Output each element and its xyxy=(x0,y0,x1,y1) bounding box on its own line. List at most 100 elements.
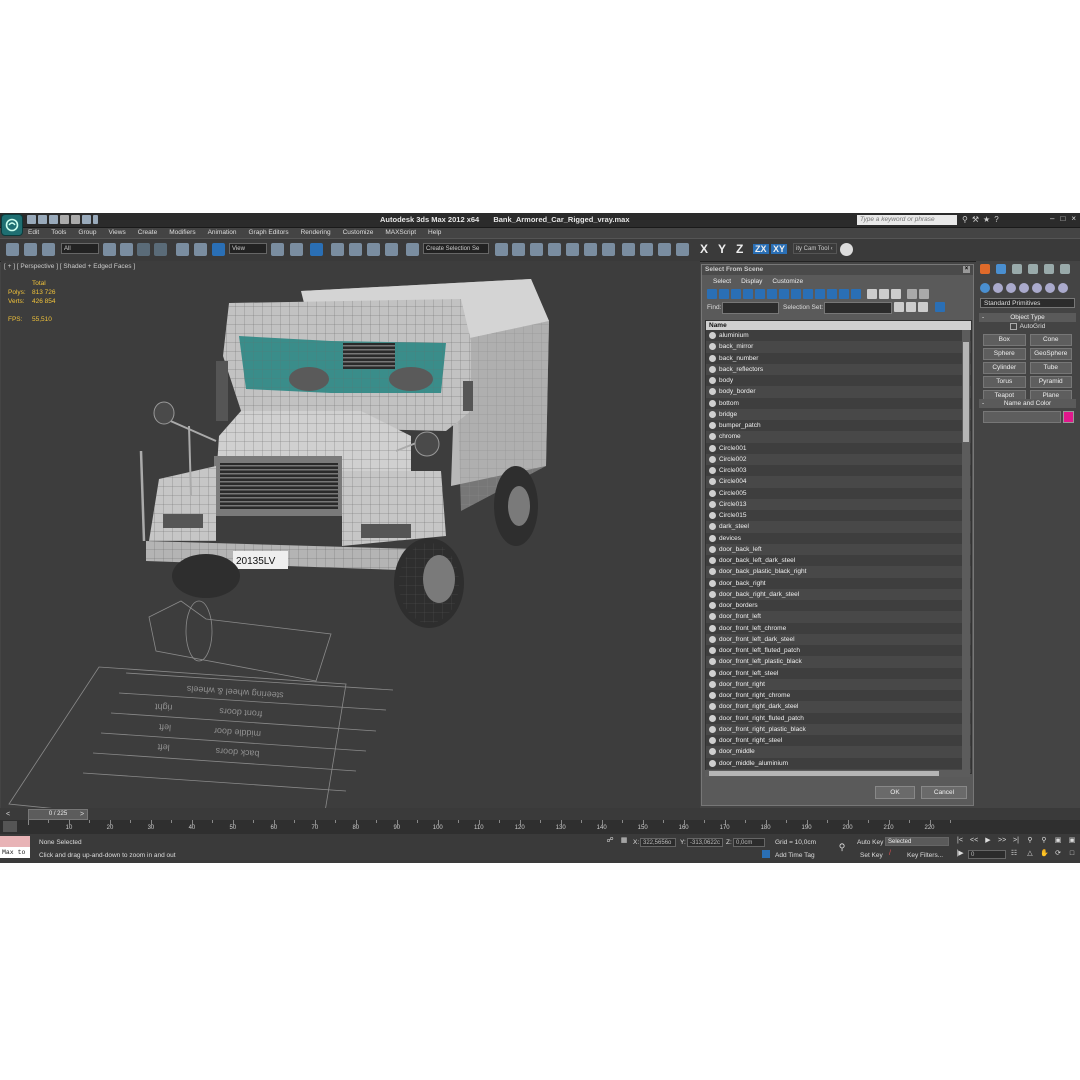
cone-button[interactable]: Cone xyxy=(1029,334,1072,346)
list-item[interactable]: door_front_left_plastic_black xyxy=(706,656,971,668)
geosphere-button[interactable]: GeoSphere xyxy=(1029,348,1072,360)
box-button[interactable]: Box xyxy=(983,334,1026,346)
display-none-icon[interactable] xyxy=(867,289,877,299)
hierarchy-view-icon[interactable] xyxy=(894,302,904,312)
shapes-icon[interactable] xyxy=(993,283,1003,293)
list-item[interactable]: door_front_right xyxy=(706,678,971,690)
axis-zx-button[interactable]: ZX xyxy=(753,244,769,254)
list-item[interactable]: Circle013 xyxy=(706,498,971,510)
display-all-icon[interactable] xyxy=(851,289,861,299)
mirror-icon[interactable] xyxy=(495,243,508,256)
axis-xy-button[interactable]: XY xyxy=(771,244,788,254)
list-item[interactable]: door_front_right_chrome xyxy=(706,690,971,702)
help-icon[interactable]: ? xyxy=(994,215,998,224)
axis-y-button[interactable]: Y xyxy=(718,242,726,256)
dialog-menu-customize[interactable]: Customize xyxy=(767,275,808,287)
torus-button[interactable]: Torus xyxy=(983,376,1026,388)
material-editor-icon[interactable] xyxy=(602,243,615,256)
menu-customize[interactable]: Customize xyxy=(337,227,380,238)
rotate-icon[interactable] xyxy=(194,243,207,256)
list-item[interactable]: door_front_left_steel xyxy=(706,667,971,679)
list-item[interactable]: door_front_right_plastic_black xyxy=(706,723,971,735)
list-item[interactable]: Circle003 xyxy=(706,465,971,477)
pyramid-button[interactable]: Pyramid xyxy=(1029,376,1072,388)
app-logo-icon[interactable] xyxy=(1,214,23,236)
display-bones-icon[interactable] xyxy=(803,289,813,299)
axis-x-button[interactable]: X xyxy=(700,242,708,256)
named-selection-set-dropdown[interactable]: Create Selection Se xyxy=(423,243,489,254)
menu-tools[interactable]: Tools xyxy=(45,227,72,238)
menu-help[interactable]: Help xyxy=(422,227,447,238)
zoom-icon[interactable]: ⚲ xyxy=(1026,837,1034,845)
selection-filter-dropdown[interactable]: All xyxy=(61,243,99,254)
pan-icon[interactable]: ✋ xyxy=(1040,850,1049,858)
display-frozen-icon[interactable] xyxy=(827,289,837,299)
lights-icon[interactable] xyxy=(1006,283,1016,293)
new-file-icon[interactable] xyxy=(27,215,36,224)
expand-all-icon[interactable] xyxy=(906,302,916,312)
list-item[interactable]: dark_steel xyxy=(706,521,971,533)
menu-views[interactable]: Views xyxy=(102,227,131,238)
move-icon[interactable] xyxy=(176,243,189,256)
list-vertical-scrollbar[interactable] xyxy=(962,330,970,772)
close-icon[interactable]: × xyxy=(1071,214,1076,223)
maxscript-mini-listener-white[interactable]: Max to xyxy=(0,847,30,858)
zoom-extents-icon[interactable]: ▣ xyxy=(1054,837,1062,845)
zoom-all-icon[interactable]: ⚲ xyxy=(1040,837,1048,845)
maxscript-mini-listener-pink[interactable] xyxy=(0,836,30,847)
layer-manager-icon[interactable] xyxy=(530,243,543,256)
track-bar[interactable]: 10 20 30 40 50 60 70 80 90 100 110 120 130 140 150 160 1… xyxy=(0,820,1080,834)
subscription-icon[interactable]: ★ xyxy=(983,215,990,224)
motion-tab-icon[interactable] xyxy=(1028,264,1038,274)
percent-snap-icon[interactable] xyxy=(367,243,380,256)
time-config-icon[interactable]: ☷ xyxy=(1010,850,1018,858)
menu-create[interactable]: Create xyxy=(132,227,164,238)
reference-coordinate-dropdown[interactable]: View xyxy=(229,243,267,254)
display-cameras-icon[interactable] xyxy=(743,289,753,299)
list-horizontal-scrollbar[interactable] xyxy=(705,770,970,777)
prev-frame-icon[interactable]: << xyxy=(970,837,978,845)
unlink-icon[interactable] xyxy=(24,243,37,256)
lock-selection-icon[interactable]: ☍ xyxy=(606,837,614,845)
binoculars-icon[interactable]: ⚲ xyxy=(962,215,968,224)
tube-button[interactable]: Tube xyxy=(1029,362,1072,374)
next-frame-icon[interactable]: >> xyxy=(998,837,1006,845)
list-item[interactable]: door_front_left_fluted_patch xyxy=(706,645,971,657)
cancel-button[interactable]: Cancel xyxy=(921,786,967,799)
list-item[interactable]: body xyxy=(706,375,971,387)
list-item[interactable]: back_mirror xyxy=(706,341,971,353)
z-coord-field[interactable]: 0,0cm xyxy=(733,838,765,847)
display-hidden-icon[interactable] xyxy=(839,289,849,299)
play-icon[interactable]: ▶ xyxy=(984,837,992,845)
axis-z-button[interactable]: Z xyxy=(736,242,743,256)
y-coord-field[interactable]: -313,0622c xyxy=(687,838,723,847)
display-lights-icon[interactable] xyxy=(731,289,741,299)
render-setup-icon[interactable] xyxy=(622,243,635,256)
key-mode-dropdown[interactable]: Selected xyxy=(885,837,949,846)
list-item[interactable]: door_front_left_dark_steel xyxy=(706,633,971,645)
link-icon[interactable] xyxy=(6,243,19,256)
menu-maxscript[interactable]: MAXScript xyxy=(379,227,422,238)
select-object-icon[interactable] xyxy=(103,243,116,256)
pivot-center-icon[interactable] xyxy=(271,243,284,256)
object-type-header[interactable]: - Object Type xyxy=(979,313,1076,322)
menu-graph-editors[interactable]: Graph Editors xyxy=(243,227,295,238)
maximize-viewport-icon[interactable]: □ xyxy=(1068,850,1076,858)
key-filters-button[interactable]: Key Filters... xyxy=(907,852,943,859)
list-item[interactable]: door_back_right xyxy=(706,577,971,589)
list-item[interactable]: door_borders xyxy=(706,600,971,612)
menu-group[interactable]: Group xyxy=(72,227,102,238)
name-and-color-header[interactable]: - Name and Color xyxy=(979,399,1076,408)
list-item[interactable]: chrome xyxy=(706,431,971,443)
selection-set-dropdown[interactable] xyxy=(824,302,892,314)
add-time-tag[interactable]: Add Time Tag xyxy=(775,852,815,859)
keyboard-shortcut-icon[interactable] xyxy=(310,243,323,256)
select-by-name-icon[interactable] xyxy=(120,243,133,256)
geometry-icon[interactable] xyxy=(980,283,990,293)
rendered-frame-window-icon[interactable] xyxy=(640,243,653,256)
list-item[interactable]: devices xyxy=(706,532,971,544)
hscroll-thumb[interactable] xyxy=(709,771,939,776)
undo-icon[interactable] xyxy=(60,215,69,224)
key-filter-icon[interactable]: / xyxy=(886,850,894,858)
project-folder-icon[interactable] xyxy=(82,215,91,224)
